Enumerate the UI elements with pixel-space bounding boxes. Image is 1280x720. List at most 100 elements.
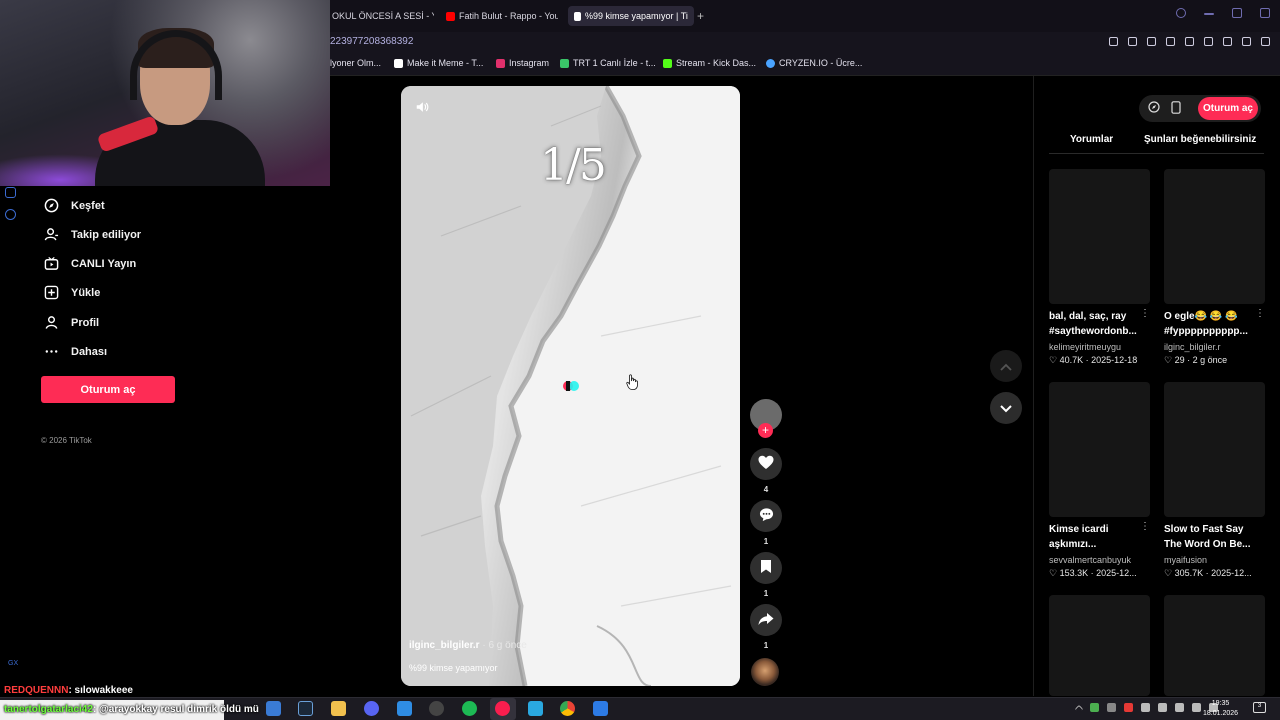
- sidebar-item-more[interactable]: Dahası: [44, 344, 107, 359]
- taskbar-clock[interactable]: 19:35 18.01.2026: [1203, 699, 1238, 719]
- volume-icon[interactable]: [415, 100, 429, 117]
- bookmark-1[interactable]: lyoner Olm...: [330, 58, 381, 68]
- user-follow-icon: [44, 227, 59, 242]
- previous-video-button[interactable]: [990, 350, 1022, 382]
- browser-tab-1[interactable]: OKUL ÖNCESİ A SESİ - Yo: [326, 6, 434, 26]
- bookmark-5[interactable]: Stream - Kick Das...: [663, 58, 756, 68]
- like-count: 4: [763, 485, 769, 494]
- search-tabs-icon[interactable]: [1176, 8, 1186, 18]
- like-button[interactable]: [750, 448, 782, 480]
- video-thumbnail[interactable]: [1164, 595, 1265, 696]
- browser-tab-active[interactable]: %99 kimse yapamıyor | Ti: [568, 6, 694, 26]
- settings-icon[interactable]: [5, 209, 16, 220]
- comment-button[interactable]: [750, 500, 782, 532]
- sidebar-home-icon[interactable]: [5, 187, 16, 198]
- follow-plus-icon[interactable]: +: [758, 423, 773, 438]
- tray-app-icon[interactable]: [1090, 703, 1099, 712]
- bookmark-2[interactable]: Make it Meme - T...: [394, 58, 483, 68]
- card-likes: 153.3K: [1059, 568, 1089, 578]
- file-explorer-icon[interactable]: [331, 701, 346, 716]
- bookmark-3[interactable]: Instagram: [496, 58, 549, 68]
- shield-icon[interactable]: [1147, 37, 1156, 46]
- card-username[interactable]: kelimeyiritmeuygu: [1049, 342, 1121, 352]
- new-tab-button[interactable]: +: [697, 9, 704, 23]
- download-icon[interactable]: [1242, 37, 1251, 46]
- pin-icon[interactable]: [1109, 37, 1118, 46]
- discord-icon[interactable]: [364, 701, 379, 716]
- close-icon[interactable]: [1260, 8, 1270, 18]
- minimize-icon[interactable]: [1204, 13, 1214, 15]
- card-username[interactable]: myaifusion: [1164, 555, 1207, 565]
- app-6-icon[interactable]: [429, 701, 444, 716]
- more-vertical-icon[interactable]: ⋮: [1140, 308, 1150, 319]
- bookmark-label: CRYZEN.IO - Ücre...: [779, 58, 863, 68]
- app-1-icon[interactable]: [266, 701, 281, 716]
- card-title-line2[interactable]: aşkımızı...: [1049, 537, 1141, 552]
- spotify-icon[interactable]: [462, 701, 477, 716]
- play-icon[interactable]: [1166, 37, 1175, 46]
- tray-app-icon[interactable]: [1158, 703, 1167, 712]
- tray-app-icon[interactable]: [1141, 703, 1150, 712]
- more-vertical-icon[interactable]: ⋮: [1140, 521, 1150, 532]
- card-title-line2[interactable]: #saythewordonb...: [1049, 324, 1141, 339]
- card-title-line1[interactable]: O egle😂 😂 😂: [1164, 309, 1256, 324]
- bookmark-label: TRT 1 Canlı İzle - t...: [573, 58, 656, 68]
- app-5-icon[interactable]: [397, 701, 412, 716]
- sidebar-item-explore[interactable]: Keşfet: [44, 198, 105, 213]
- snapshot-icon[interactable]: [1128, 37, 1137, 46]
- author-username[interactable]: ilginc_bilgiler.r: [409, 640, 480, 651]
- extensions-icon[interactable]: [1204, 37, 1213, 46]
- tray-app-icon[interactable]: [1107, 703, 1116, 712]
- sidebar-item-live[interactable]: CANLI Yayın: [44, 256, 136, 271]
- browser-tab-2[interactable]: Fatih Bulut - Rappo - YouT: [440, 6, 558, 26]
- restore-icon[interactable]: [1232, 8, 1242, 18]
- dot-separator: ·: [1090, 568, 1094, 578]
- header-login-button[interactable]: Oturum aç: [1198, 97, 1258, 120]
- tray-app-icon[interactable]: [1175, 703, 1184, 712]
- card-title-line1[interactable]: bal, dal, saç, ray: [1049, 309, 1141, 324]
- tab-comments[interactable]: Yorumlar: [1070, 134, 1113, 145]
- video-thumbnail[interactable]: [1049, 595, 1150, 696]
- opera-gx-icon[interactable]: [495, 701, 510, 716]
- card-username[interactable]: sevvalmertcanbuyuk: [1049, 555, 1131, 565]
- video-thumbnail[interactable]: [1049, 169, 1150, 304]
- video-thumbnail[interactable]: [1164, 382, 1265, 517]
- app-11-icon[interactable]: [593, 701, 608, 716]
- more-vertical-icon[interactable]: ⋮: [1255, 308, 1265, 319]
- compass-small-icon[interactable]: [1147, 101, 1161, 115]
- steam-icon[interactable]: [298, 701, 313, 716]
- next-video-button[interactable]: [990, 392, 1022, 424]
- card-title-line1[interactable]: Kimse icardi: [1049, 522, 1141, 537]
- bookmark-6[interactable]: CRYZEN.IO - Ücre...: [766, 58, 862, 68]
- video-thumbnail[interactable]: [1049, 382, 1150, 517]
- url-text[interactable]: 223977208368392: [330, 36, 413, 47]
- sidebar-item-profile[interactable]: Profil: [44, 315, 99, 330]
- video-author[interactable]: ilginc_bilgiler.r · 6 g önce: [409, 640, 527, 651]
- chevron-up-tray-icon[interactable]: [1074, 704, 1084, 714]
- tray-app-icon[interactable]: [1124, 703, 1133, 712]
- phone-icon[interactable]: [1169, 101, 1183, 115]
- heart-icon[interactable]: [1185, 37, 1194, 46]
- card-title-line2[interactable]: The Word On Be...: [1164, 537, 1256, 552]
- tab-label: OKUL ÖNCESİ A SESİ - Yo: [332, 11, 434, 21]
- app-9-icon[interactable]: [528, 701, 543, 716]
- card-title-line1[interactable]: Slow to Fast Say: [1164, 522, 1256, 537]
- heart-outline-icon: ♡: [1049, 355, 1058, 365]
- share-button[interactable]: [750, 604, 782, 636]
- bookmark-4[interactable]: TRT 1 Canlı İzle - t...: [560, 58, 656, 68]
- chrome-icon[interactable]: [560, 701, 575, 716]
- sidebar-item-following[interactable]: Takip ediliyor: [44, 227, 141, 242]
- login-button[interactable]: Oturum aç: [41, 376, 175, 403]
- card-stats: ♡ 29 · 2 g önce: [1164, 355, 1227, 366]
- save-button[interactable]: [750, 552, 782, 584]
- card-username[interactable]: ilginc_bilgiler.r: [1164, 342, 1221, 352]
- notification-icon[interactable]: 3: [1253, 702, 1266, 713]
- video-thumbnail[interactable]: [1164, 169, 1265, 304]
- network-icon[interactable]: [1192, 703, 1201, 712]
- sidebar-item-upload[interactable]: Yükle: [44, 285, 100, 300]
- music-disc-avatar[interactable]: [751, 658, 779, 686]
- menu-icon[interactable]: [1261, 37, 1270, 46]
- share-icon[interactable]: [1223, 37, 1232, 46]
- card-title-line2[interactable]: #fypppppppppp...: [1164, 324, 1256, 339]
- tab-you-may-like[interactable]: Şunları beğenebilirsiniz: [1144, 134, 1256, 145]
